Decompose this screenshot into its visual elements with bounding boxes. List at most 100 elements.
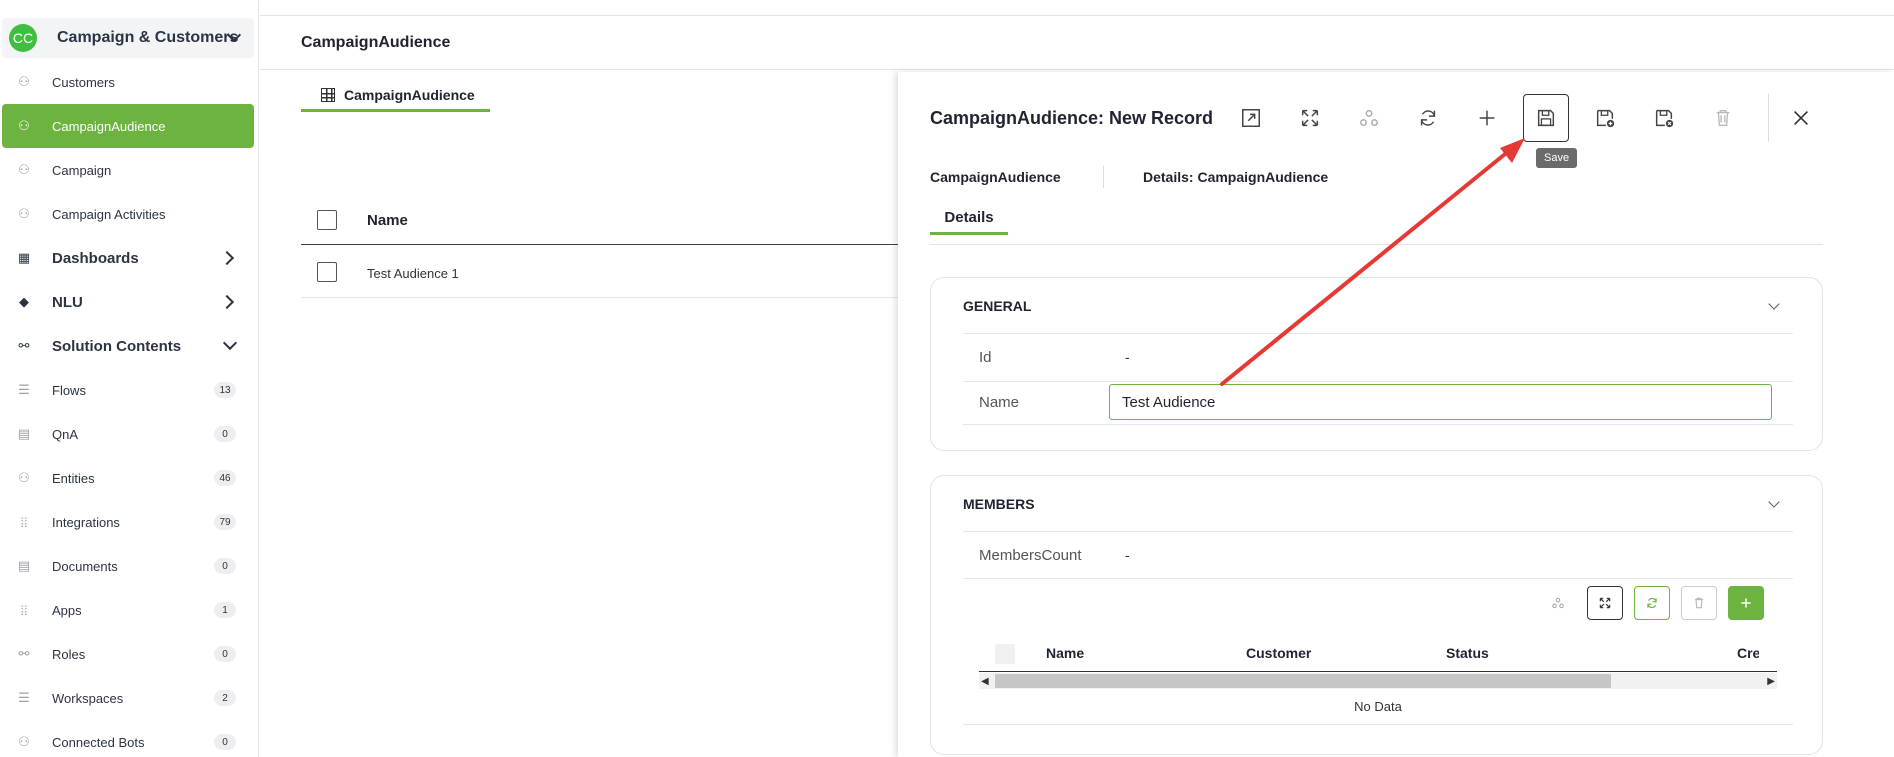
column-header-status[interactable]: Status xyxy=(1446,645,1489,661)
column-header-name[interactable]: Name xyxy=(1046,645,1084,661)
divider xyxy=(930,244,1823,245)
sidebar-section-nlu[interactable]: ◆ NLU xyxy=(2,280,254,324)
entity-icon: ⚇ xyxy=(18,470,30,485)
column-header-name[interactable]: Name xyxy=(367,212,408,229)
relations-icon xyxy=(1552,597,1564,609)
sidebar-item-campaignaudience[interactable]: ⚇ CampaignAudience xyxy=(2,104,254,148)
tab-label: CampaignAudience xyxy=(344,86,475,103)
app-window: CC Campaign & Customers ⚇ Customers ⚇ Ca… xyxy=(0,0,1894,757)
column-header-created[interactable]: Creat xyxy=(1737,645,1759,661)
sidebar-item-label: CampaignAudience xyxy=(52,118,166,134)
name-input[interactable] xyxy=(1109,384,1772,420)
delete-button[interactable] xyxy=(1700,94,1746,142)
sidebar: CC Campaign & Customers ⚇ Customers ⚇ Ca… xyxy=(0,0,259,757)
field-value: - xyxy=(1125,349,1130,365)
hierarchy-icon: ⚯ xyxy=(18,338,30,353)
trash-icon xyxy=(1716,109,1730,127)
members-delete-button[interactable] xyxy=(1681,586,1717,620)
open-external-icon xyxy=(1242,109,1260,127)
toolbar-divider xyxy=(1768,94,1769,142)
horizontal-scrollbar[interactable]: ◀ ▶ xyxy=(979,673,1777,689)
members-relations-button[interactable] xyxy=(1540,586,1576,620)
save-and-new-button[interactable] xyxy=(1582,94,1628,142)
table-icon xyxy=(321,87,335,102)
sidebar-item-label: Integrations xyxy=(52,514,120,530)
chevron-down-icon[interactable] xyxy=(1768,298,1780,310)
select-all-checkbox[interactable] xyxy=(317,210,337,230)
column-header-customer[interactable]: Customer xyxy=(1246,645,1311,661)
open-external-button[interactable] xyxy=(1228,94,1274,142)
workspace-icon: ☰ xyxy=(18,690,30,705)
graduation-cap-icon: ◆ xyxy=(19,294,29,309)
table-row[interactable]: Test Audience 1 xyxy=(301,252,899,298)
sidebar-item-roles[interactable]: ⚯ Roles 0 xyxy=(2,632,254,676)
workspace-title: Campaign & Customers xyxy=(57,29,239,46)
roles-icon: ⚯ xyxy=(18,646,30,661)
sidebar-item-label: Customers xyxy=(52,74,115,90)
scroll-left-icon[interactable]: ◀ xyxy=(981,676,989,687)
panel-title: CampaignAudience: New Record xyxy=(930,108,1214,128)
sidebar-item-apps[interactable]: ⁞⁞ Apps 1 xyxy=(2,588,254,632)
sidebar-item-documents[interactable]: ▤ Documents 0 xyxy=(2,544,254,588)
page-title: CampaignAudience xyxy=(301,34,451,51)
tab-campaignaudience[interactable]: CampaignAudience xyxy=(301,80,490,112)
sidebar-item-label: Campaign xyxy=(52,162,112,178)
sidebar-item-flows[interactable]: ☰ Flows 13 xyxy=(2,368,254,412)
breadcrumb-entity[interactable]: CampaignAudience xyxy=(930,169,1061,185)
sidebar-item-label: Workspaces xyxy=(52,690,124,706)
sidebar-item-label: Connected Bots xyxy=(52,734,145,750)
scroll-right-icon[interactable]: ▶ xyxy=(1767,676,1775,687)
field-label: Name xyxy=(979,394,1020,411)
refresh-button[interactable] xyxy=(1405,94,1451,142)
close-button[interactable] xyxy=(1778,94,1824,142)
sidebar-item-campaign[interactable]: ⚇ Campaign xyxy=(2,148,254,192)
add-button[interactable] xyxy=(1464,94,1510,142)
sidebar-item-label: Apps xyxy=(52,602,82,618)
flow-icon: ☰ xyxy=(18,382,30,397)
tab-details[interactable]: Details xyxy=(930,202,1008,235)
row-checkbox[interactable] xyxy=(317,262,337,282)
sidebar-item-label: Entities xyxy=(52,470,95,486)
plus-icon xyxy=(1479,110,1495,126)
save-and-close-button[interactable] xyxy=(1641,94,1687,142)
table-header: Name xyxy=(301,205,899,245)
dashboard-icon: ▦ xyxy=(17,250,31,265)
expand-icon xyxy=(1301,109,1319,127)
sidebar-item-connected-bots[interactable]: ⚇ Connected Bots 0 xyxy=(2,720,254,757)
field-row-name: Name xyxy=(963,381,1793,425)
sidebar-item-label: Documents xyxy=(52,558,118,574)
members-section: MEMBERS MembersCount - Name Customer Sta… xyxy=(930,475,1823,755)
save-button[interactable] xyxy=(1523,94,1569,142)
sidebar-item-customers[interactable]: ⚇ Customers xyxy=(2,60,254,104)
chevron-down-icon[interactable] xyxy=(1768,496,1780,508)
book-icon: ▤ xyxy=(17,426,31,441)
row-name-cell: Test Audience 1 xyxy=(367,266,459,281)
sidebar-section-dashboards[interactable]: ▦ Dashboards xyxy=(2,236,254,280)
members-add-button[interactable] xyxy=(1728,586,1764,620)
count-badge: 1 xyxy=(214,602,236,618)
sidebar-item-entities[interactable]: ⚇ Entities 46 xyxy=(2,456,254,500)
sidebar-item-workspaces[interactable]: ☰ Workspaces 2 xyxy=(2,676,254,720)
count-badge: 46 xyxy=(214,470,236,486)
sidebar-item-campaign-activities[interactable]: ⚇ Campaign Activities xyxy=(2,192,254,236)
sidebar-item-integrations[interactable]: ⁞⁞ Integrations 79 xyxy=(2,500,254,544)
grid-dots-icon: ⁞⁞ xyxy=(20,602,28,618)
record-panel: CampaignAudience: New Record Save Campai… xyxy=(898,72,1894,757)
members-refresh-button[interactable] xyxy=(1634,586,1670,620)
members-expand-button[interactable] xyxy=(1587,586,1623,620)
entity-icon: ⚇ xyxy=(18,162,30,177)
section-title: GENERAL xyxy=(963,298,1032,314)
save-tooltip: Save xyxy=(1536,148,1578,168)
scrollbar-thumb[interactable] xyxy=(995,674,1611,688)
members-select-all-checkbox[interactable] xyxy=(995,644,1015,664)
section-title: MEMBERS xyxy=(963,496,1035,512)
count-badge: 0 xyxy=(214,558,236,574)
count-badge: 0 xyxy=(214,426,236,442)
refresh-icon xyxy=(1647,598,1657,608)
general-section: GENERAL Id - Name xyxy=(930,277,1823,451)
sidebar-section-solution-contents[interactable]: ⚯ Solution Contents xyxy=(2,324,254,368)
sidebar-item-qna[interactable]: ▤ QnA 0 xyxy=(2,412,254,456)
relations-button[interactable] xyxy=(1346,94,1392,142)
expand-button[interactable] xyxy=(1287,94,1333,142)
workspace-selector[interactable]: CC Campaign & Customers xyxy=(2,18,254,58)
